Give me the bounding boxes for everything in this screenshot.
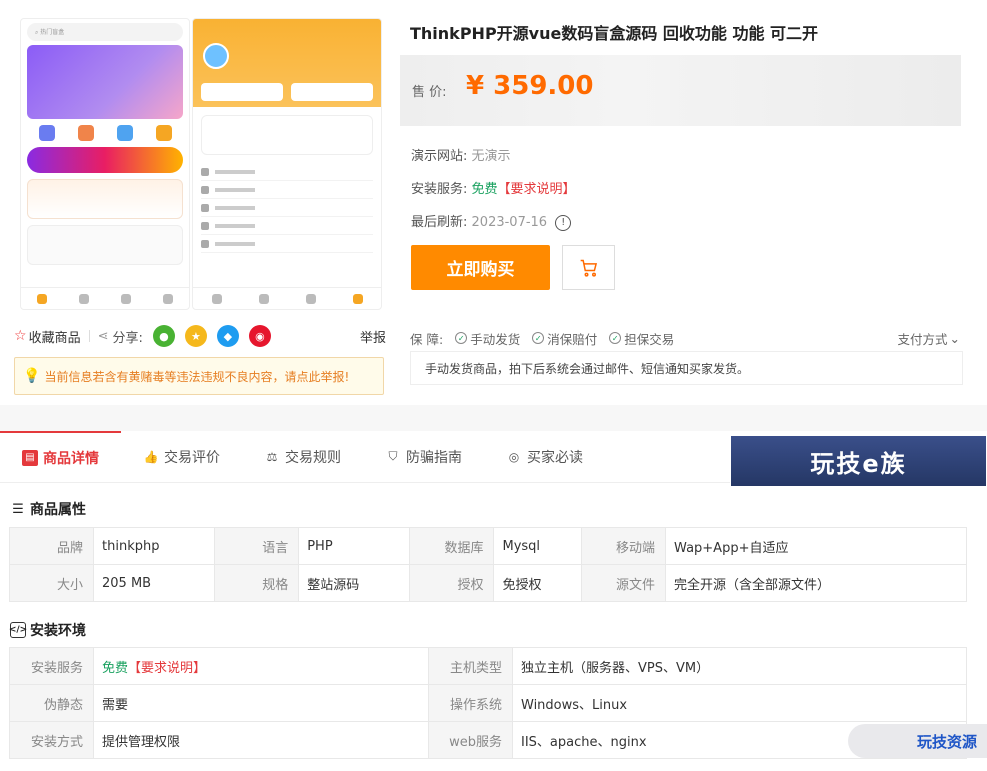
- add-to-cart-button[interactable]: [562, 245, 615, 290]
- app-screenshot-profile: [192, 18, 382, 310]
- price-label: 售 价:: [412, 85, 447, 100]
- share-icon: ⋖: [97, 328, 109, 344]
- info-icon[interactable]: !: [555, 214, 572, 231]
- guarantee-item: ✓ 手动发货: [455, 329, 520, 348]
- app-card: [27, 225, 183, 265]
- target-icon: ◎: [508, 449, 520, 464]
- app-search-bar: ⌕ 热门盲盒: [27, 23, 183, 41]
- divider: [88, 330, 90, 342]
- price-box: 售 价: ¥ 359.00: [400, 55, 961, 126]
- product-gallery[interactable]: ⌕ 热门盲盒: [14, 14, 386, 316]
- table-row: 安装服务 免费【要求说明】 主机类型 独立主机（服务器、VPS、VM）: [9, 647, 967, 685]
- lightbulb-icon: 💡: [23, 368, 41, 384]
- check-icon: ✓: [532, 332, 545, 344]
- document-icon: ▤: [22, 449, 38, 466]
- table-row: 品牌 thinkphp 语言 PHP 数据库 Mysql 移动端 Wap+App+自适应: [9, 527, 967, 565]
- guarantee-item: ✓ 担保交易: [609, 329, 674, 348]
- app-banner: [27, 45, 183, 119]
- check-icon: ✓: [609, 332, 622, 344]
- buy-now-button[interactable]: 立即购买: [411, 245, 550, 290]
- search-list-icon: ☰: [12, 501, 24, 517]
- tab-rules[interactable]: ⚖ 交易规则: [242, 431, 363, 483]
- table-row: 大小 205 MB 规格 整站源码 授权 免授权 源文件 完全开源（含全部源文件）: [9, 564, 967, 602]
- shield-icon: ⛉: [388, 449, 398, 463]
- guarantee-item: ✓ 消保赔付: [532, 329, 597, 348]
- product-title: ThinkPHP开源vue数码盲盒源码 回收功能 功能 可二开: [410, 24, 819, 43]
- check-icon: ✓: [455, 332, 468, 344]
- attributes-table: 品牌 thinkphp 语言 PHP 数据库 Mysql 移动端 Wap+App+自适应…: [9, 527, 967, 602]
- app-promo-strip: [27, 147, 183, 173]
- brand-banner: 玩技e族: [731, 436, 986, 486]
- refresh-row: 最后刷新: 2023-07-16 !: [411, 211, 572, 231]
- attributes-title: ☰ 商品属性: [10, 499, 86, 519]
- qzone-icon[interactable]: ★: [184, 325, 207, 347]
- app-tabbar: [193, 287, 381, 309]
- payment-method-dropdown[interactable]: 支付方式 ⌄: [898, 329, 961, 348]
- app-icon-row: [27, 125, 183, 141]
- app-card: [27, 179, 183, 219]
- watermark: 玩技资源: [848, 724, 987, 758]
- install-requirements-link[interactable]: 【要求说明】: [128, 661, 206, 676]
- table-row: 伪静态 需要 操作系统 Windows、Linux: [9, 684, 967, 722]
- install-row: 安装服务: 免费【要求说明】: [411, 182, 576, 197]
- tab-details[interactable]: ▤ 商品详情: [0, 430, 121, 483]
- share-group: ⋖ 分享: ● ★ ◆ ◉: [98, 325, 271, 347]
- report-link[interactable]: 举报: [360, 327, 386, 346]
- delivery-note: 手动发货商品，拍下后系统会通过邮件、短信通知买家发货。: [410, 351, 963, 385]
- app-tabbar: [21, 287, 189, 309]
- tab-buyer-notice[interactable]: ◎ 买家必读: [484, 431, 605, 483]
- chevron-down-icon: ⌄: [949, 330, 960, 346]
- qq-icon[interactable]: ◆: [216, 325, 239, 347]
- scale-icon: ⚖: [266, 449, 278, 464]
- environment-title: </> 安装环境: [8, 622, 86, 639]
- environment-table: 安装服务 免费【要求说明】 主机类型 独立主机（服务器、VPS、VM） 伪静态 …: [9, 647, 967, 759]
- divider-band: [0, 405, 987, 431]
- detail-tabs: ▤ 商品详情 👍 交易评价 ⚖ 交易规则 ⛉ 防骗指南 ◎ 买家必读: [0, 430, 730, 483]
- star-icon: ☆: [14, 328, 27, 344]
- thumbs-up-icon: 👍: [143, 449, 159, 464]
- app-orders-panel: [201, 115, 373, 155]
- install-requirements-link[interactable]: 【要求说明】: [498, 182, 576, 197]
- table-row: 安装方式 提供管理权限 web服务 IIS、apache、nginx: [9, 721, 967, 759]
- tab-anti-fraud[interactable]: ⛉ 防骗指南: [363, 431, 484, 483]
- avatar: [203, 43, 229, 69]
- wechat-icon[interactable]: ●: [152, 325, 175, 347]
- share-bar: ☆ 收藏商品 ⋖ 分享: ● ★ ◆ ◉ 举报: [14, 324, 386, 348]
- report-warning[interactable]: 💡 当前信息若含有黄赌毒等违法违规不良内容，请点此举报!: [14, 357, 384, 395]
- app-screenshot-home: ⌕ 热门盲盒: [20, 18, 190, 310]
- code-icon: </>: [9, 622, 27, 638]
- app-profile-header: [193, 19, 381, 107]
- weibo-icon[interactable]: ◉: [248, 325, 271, 347]
- cart-icon: [580, 259, 597, 277]
- favorite-button[interactable]: ☆ 收藏商品: [14, 327, 81, 346]
- price-value: ¥ 359.00: [466, 71, 594, 101]
- demo-row: 演示网站: 无演示: [411, 149, 511, 164]
- guarantee-row: 保 障: ✓ 手动发货 ✓ 消保赔付 ✓ 担保交易 支付方式 ⌄: [410, 329, 961, 348]
- tab-reviews[interactable]: 👍 交易评价: [121, 431, 242, 483]
